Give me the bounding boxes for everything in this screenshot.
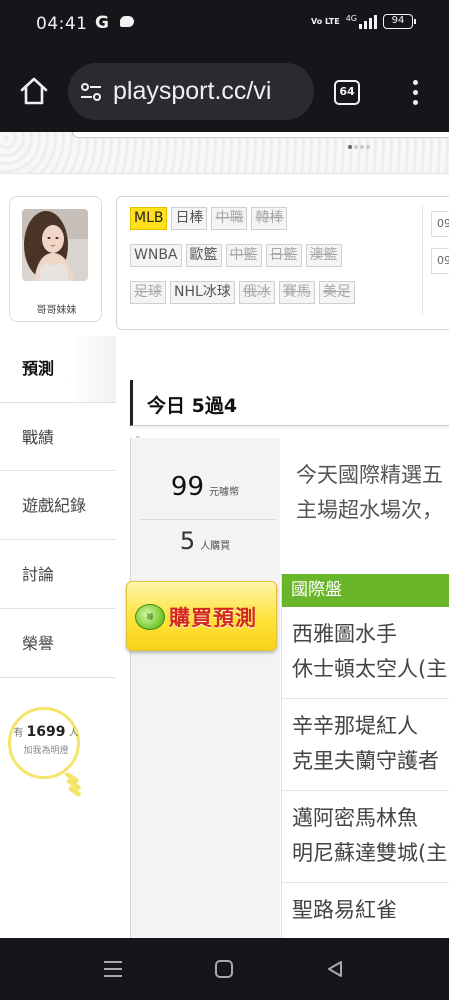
league-tag-russia-hockey: 俄冰 <box>238 281 275 304</box>
recents-icon[interactable] <box>104 961 122 977</box>
status-time: 04:41 <box>36 14 88 34</box>
battery-icon: 94 <box>383 14 416 29</box>
follow-label: 加我為明燈 <box>23 746 69 756</box>
fan-count-prefix: 有 <box>13 728 24 739</box>
list-item[interactable]: 聖路易紅雀 <box>282 883 449 938</box>
home-team: 克里夫蘭守護者 <box>292 749 439 773</box>
network-type: 4G <box>345 14 357 23</box>
buyers: 5 人購買 <box>130 527 280 555</box>
price-value: 99 <box>170 472 204 502</box>
league-selector: MLB 日棒 中職 韓棒 WNBA 歐籃 中籃 日籃 澳籃 足球 NHL冰球 俄… <box>116 196 449 330</box>
away-team: 聖路易紅雀 <box>292 898 397 922</box>
home-team: 休士頓太空人(主 <box>292 657 448 681</box>
tune-icon[interactable] <box>80 81 102 103</box>
league-row-2: WNBA 歐籃 中籃 日籃 澳籃 <box>130 244 342 267</box>
sidebar-item-game-log[interactable]: 遊戲紀錄 <box>0 471 116 540</box>
battery-level: 94 <box>391 15 405 26</box>
league-tag-mlb[interactable]: MLB <box>130 207 168 230</box>
address-bar[interactable]: playsport.cc/vi <box>68 63 314 120</box>
fan-count-line: 有 1699 人 <box>13 724 79 740</box>
date-chip[interactable]: 09 <box>431 248 449 274</box>
tab-count: 64 <box>339 85 355 98</box>
sidebar-nav: 預測 戰績 遊戲紀錄 討論 榮譽 <box>0 336 116 678</box>
price: 99 元噱幣 <box>130 472 280 502</box>
league-tag-horse-racing: 賽馬 <box>278 281 315 304</box>
nav-home-icon[interactable] <box>215 960 233 978</box>
home-icon[interactable] <box>19 76 49 106</box>
league-tag-japan-basketball: 日籃 <box>265 244 302 267</box>
avatar[interactable] <box>22 209 88 281</box>
description-line: 今天國際精選五 <box>296 463 443 487</box>
more-vert-icon[interactable] <box>406 78 424 108</box>
tab-switcher-button[interactable]: 64 <box>334 80 360 105</box>
top-banner <box>0 132 449 174</box>
back-icon[interactable] <box>325 959 345 979</box>
pick-list-header: 國際盤 <box>282 574 449 607</box>
divider <box>140 519 276 520</box>
google-icon: G <box>95 13 109 33</box>
league-tag-cpbl: 中職 <box>211 207 248 230</box>
league-row-3: 足球 NHL冰球 俄冰 賽馬 美足 <box>130 281 355 304</box>
league-tag-npb[interactable]: 日棒 <box>171 207 208 230</box>
league-tag-euro-basketball[interactable]: 歐籃 <box>185 244 222 267</box>
signal-icon <box>359 14 377 29</box>
away-team: 辛辛那堤紅人 <box>292 714 418 738</box>
carousel-dots[interactable] <box>348 145 370 149</box>
date-chip[interactable]: 09 <box>431 211 449 237</box>
sidebar-item-record[interactable]: 戰績 <box>0 402 116 471</box>
league-tag-wnba[interactable]: WNBA <box>130 244 182 267</box>
league-tag-kbo: 韓棒 <box>251 207 288 230</box>
sidebar-item-discussion[interactable]: 討論 <box>0 540 116 609</box>
profile-name: 哥哥妹妹 <box>36 305 77 316</box>
status-indicators: Vo LTE 4G 94 <box>310 14 416 29</box>
list-item[interactable]: 辛辛那堤紅人 克里夫蘭守護者 <box>282 699 449 791</box>
league-tag-chinese-basketball: 中籃 <box>225 244 262 267</box>
description-line: 主場超水場次， <box>296 498 443 522</box>
lightbulb-base-icon <box>64 773 81 797</box>
fan-count-suffix: 人 <box>68 728 79 739</box>
chat-notification-icon <box>120 16 134 27</box>
league-row-1: MLB 日棒 中職 韓棒 <box>130 207 288 230</box>
league-tag-australia-basketball: 澳籃 <box>305 244 342 267</box>
pick-list: 國際盤 西雅圖水手 休士頓太空人(主 辛辛那堤紅人 克里夫蘭守護者 邁阿密馬林魚… <box>281 574 449 938</box>
system-nav-bar <box>0 938 449 1000</box>
list-item[interactable]: 西雅圖水手 休士頓太空人(主 <box>282 607 449 699</box>
sidebar-item-honor[interactable]: 榮譽 <box>0 609 116 678</box>
coin-icon: 噱 <box>135 604 165 630</box>
volte-icon: Vo LTE <box>310 16 340 26</box>
league-tag-nhl[interactable]: NHL冰球 <box>170 281 235 304</box>
tab-today-label: 今日 5過4 <box>147 395 238 417</box>
banner-frame <box>72 132 449 138</box>
status-bar: 04:41 G Vo LTE 4G 94 <box>0 0 449 52</box>
buy-prediction-button[interactable]: 噱 購買預測 <box>126 581 277 651</box>
league-tag-soccer: 足球 <box>130 281 166 304</box>
list-item[interactable]: 邁阿密馬林魚 明尼蘇達雙城(主 <box>282 791 449 883</box>
profile-card[interactable]: 哥哥妹妹 <box>9 196 102 322</box>
prediction-description: 今天國際精選五 主場超水場次， <box>296 458 449 538</box>
price-unit: 元噱幣 <box>209 487 240 498</box>
sidebar-item-predict[interactable]: 預測 <box>0 336 116 402</box>
url-text: playsport.cc/vi <box>113 77 272 105</box>
fan-lightbulb[interactable]: 有 1699 人 加我為明燈 <box>8 707 84 807</box>
away-team: 西雅圖水手 <box>292 622 397 646</box>
tab-today[interactable]: 今日 5過4 <box>130 380 449 426</box>
league-divider <box>422 205 423 315</box>
web-page: 哥哥妹妹 預測 戰績 遊戲紀錄 討論 榮譽 有 1699 人 加我為明燈 MLB… <box>0 132 449 938</box>
fan-count: 1699 <box>26 724 66 740</box>
price-column <box>130 438 280 938</box>
home-team: 明尼蘇達雙城(主 <box>292 841 448 865</box>
browser-toolbar: playsport.cc/vi 64 <box>0 52 449 132</box>
away-team: 邁阿密馬林魚 <box>292 806 418 830</box>
buyers-count: 5 <box>179 527 196 555</box>
buyers-unit: 人購買 <box>200 541 231 552</box>
buy-prediction-label: 購買預測 <box>169 606 257 630</box>
league-tag-american-football: 美足 <box>318 281 355 304</box>
